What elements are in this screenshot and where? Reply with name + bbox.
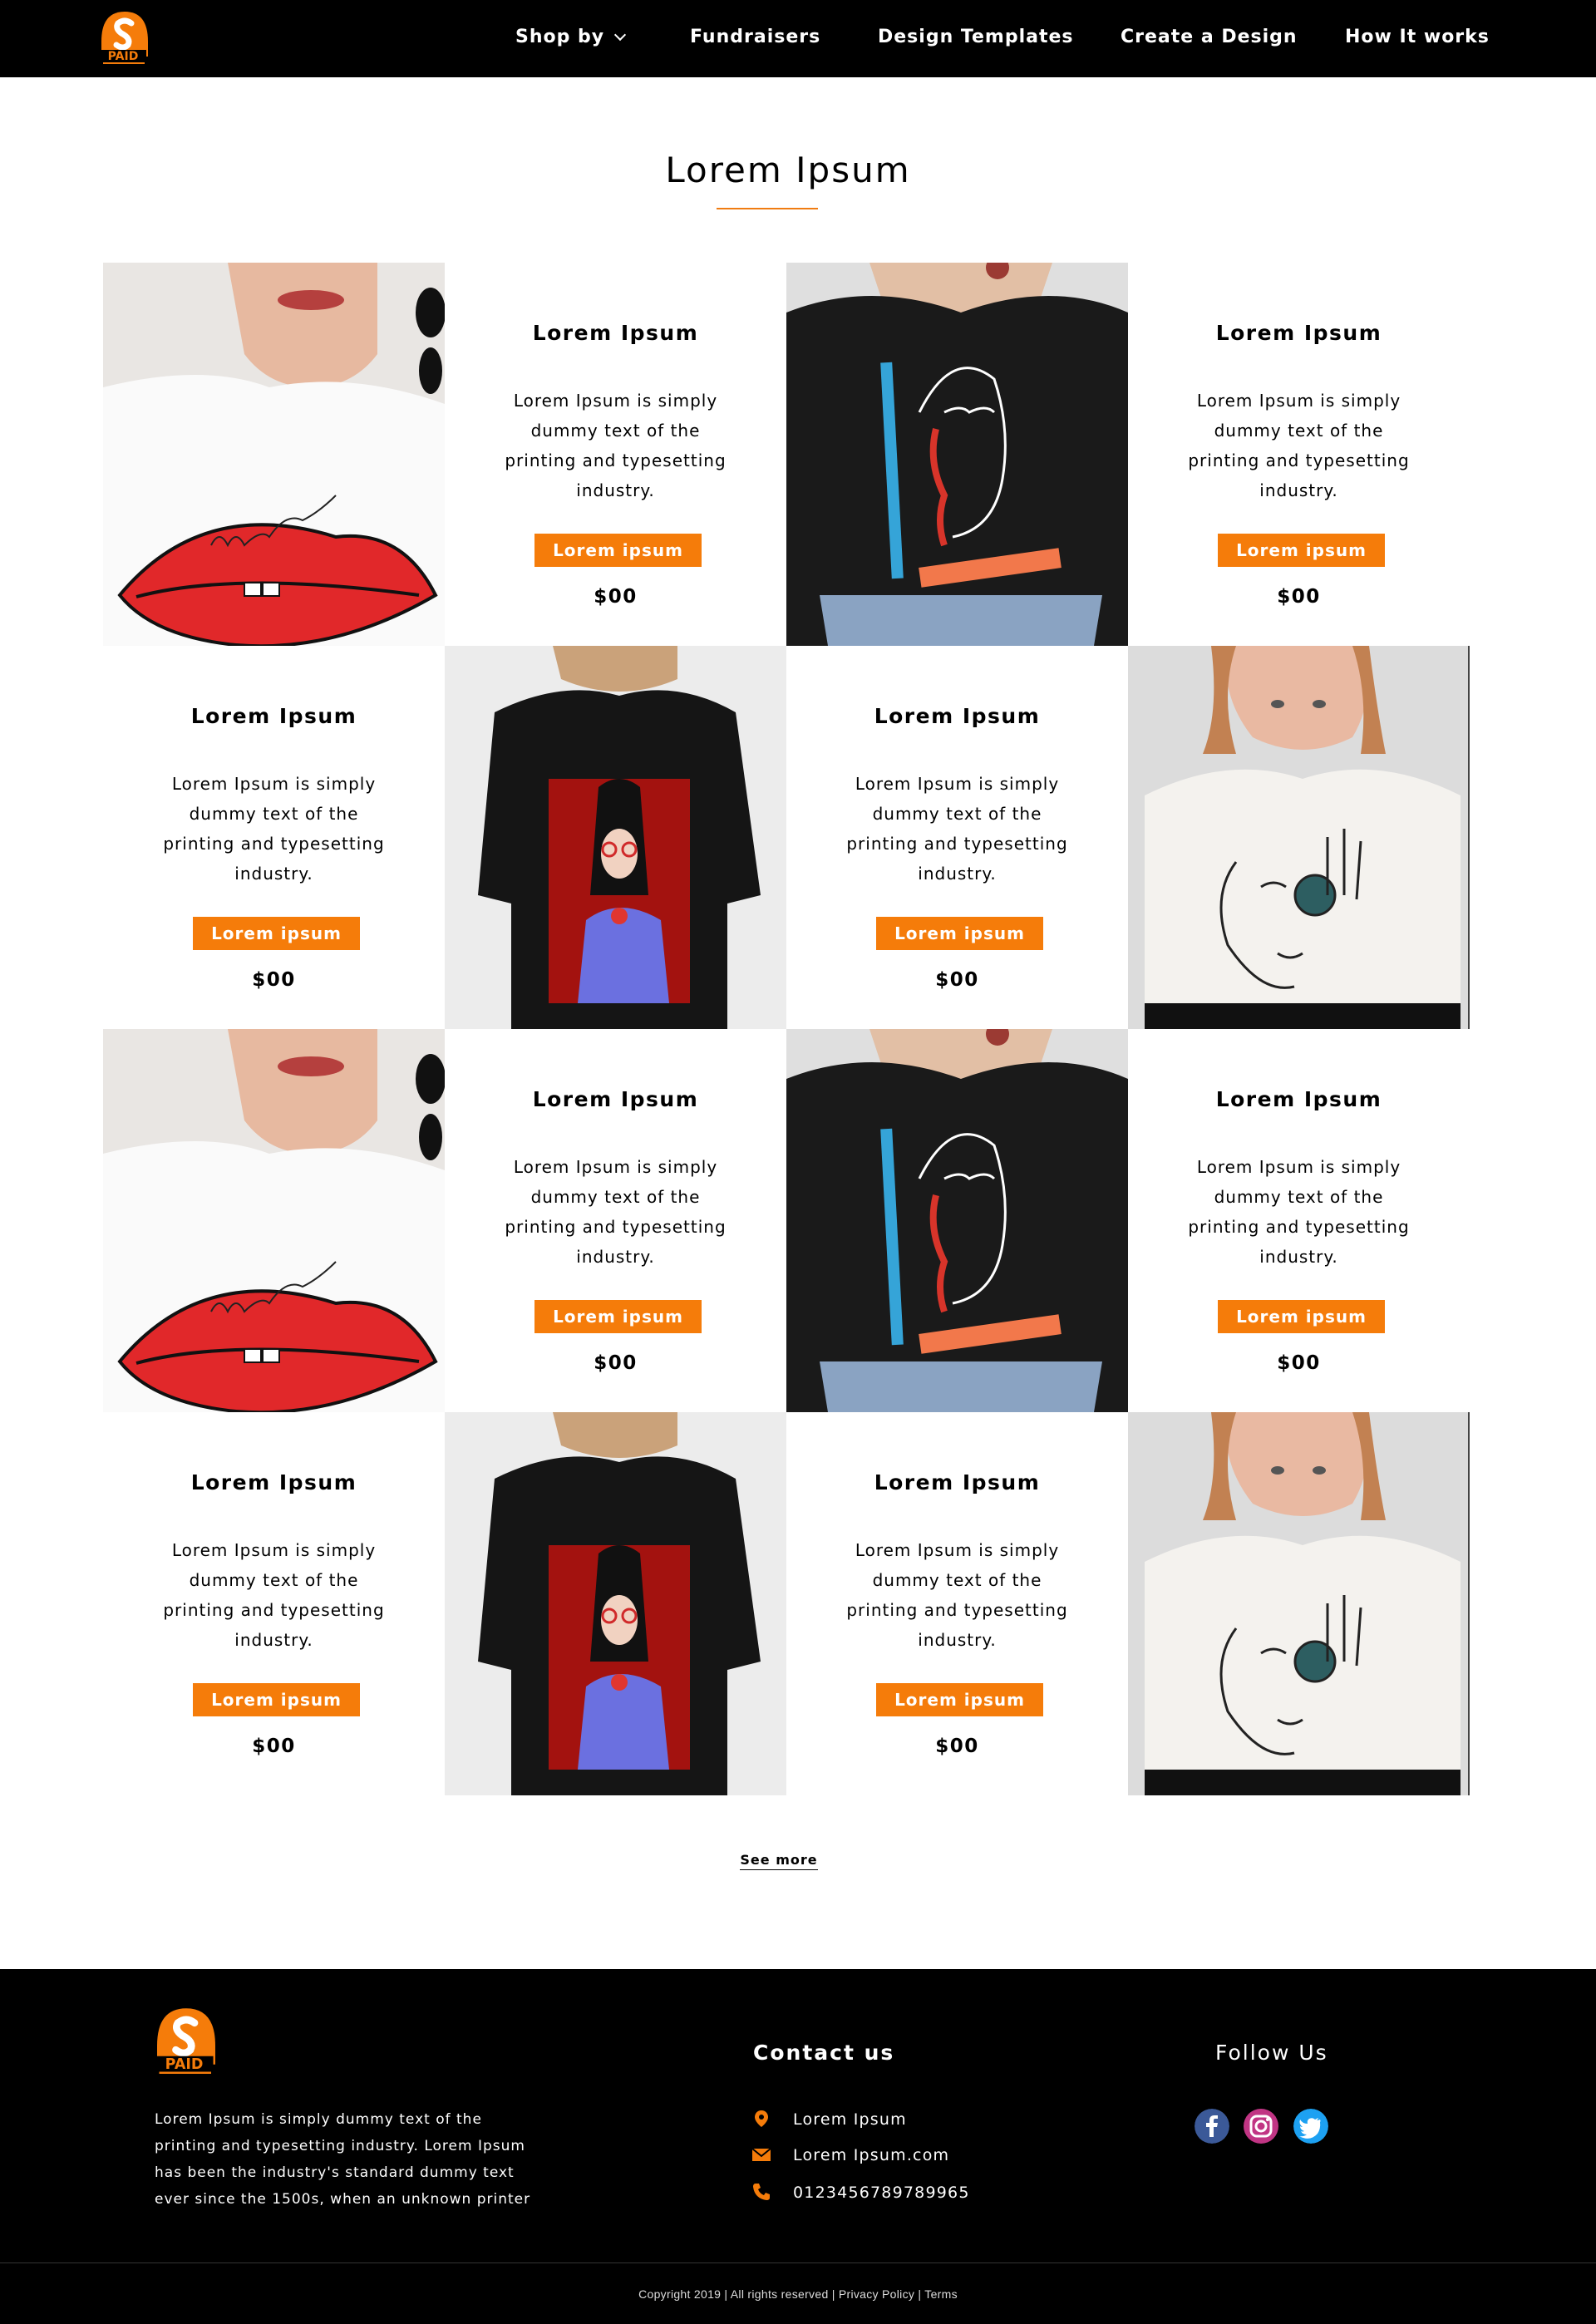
product-action-button[interactable]: Lorem ipsum [876, 917, 1043, 950]
contact-address-text: Lorem Ipsum [793, 2110, 907, 2129]
product-card: Lorem Ipsum Lorem Ipsum is simply dummy … [1128, 1029, 1470, 1412]
product-description: Lorem Ipsum is simply dummy text of the … [505, 391, 727, 500]
follow-title: Follow Us [1215, 2041, 1328, 2065]
product-card: Lorem Ipsum Lorem Ipsum is simply dummy … [103, 646, 445, 1029]
brand-logo[interactable]: PAID [98, 8, 151, 66]
terms-link[interactable]: Terms [924, 2287, 958, 2301]
contact-email-text[interactable]: Lorem Ipsum.com [793, 2143, 949, 2168]
twitter-icon[interactable] [1293, 2109, 1328, 2144]
nav-shop-by-label: Shop by [515, 27, 605, 47]
copyright-bar: Copyright 2019 | All rights reserved | P… [0, 2287, 1596, 2301]
product-action-button[interactable]: Lorem ipsum [876, 1683, 1043, 1716]
product-description: Lorem Ipsum is simply dummy text of the … [505, 1157, 727, 1267]
product-card: Lorem Ipsum Lorem Ipsum is simply dummy … [786, 1412, 1128, 1795]
product-description: Lorem Ipsum is simply dummy text of the … [163, 774, 385, 884]
footer-brand-logo[interactable]: PAID [153, 2004, 219, 2077]
product-title: Lorem Ipsum [532, 1087, 699, 1111]
product-image-white-eye-tee[interactable] [1128, 646, 1470, 1029]
product-price: $00 [252, 1736, 296, 1757]
product-card: Lorem Ipsum Lorem Ipsum is simply dummy … [1128, 263, 1470, 646]
map-pin-icon [755, 2110, 768, 2127]
nav-shop-by[interactable]: Shop by [515, 27, 627, 47]
product-image-black-portrait-tee[interactable] [445, 1412, 786, 1795]
product-card: Lorem Ipsum Lorem Ipsum is simply dummy … [103, 1412, 445, 1795]
product-action-button[interactable]: Lorem ipsum [193, 917, 360, 950]
privacy-policy-link[interactable]: Privacy Policy [839, 2287, 914, 2301]
product-price: $00 [1277, 586, 1321, 608]
product-image-white-lips-tee[interactable] [103, 1029, 445, 1412]
product-price: $00 [594, 586, 638, 608]
phone-icon [753, 2184, 770, 2200]
product-image-white-lips-tee[interactable] [103, 263, 445, 646]
image-border [1468, 646, 1470, 1029]
product-description: Lorem Ipsum is simply dummy text of the … [846, 774, 1068, 884]
nav-design-templates[interactable]: Design Templates [878, 27, 1073, 47]
product-image-black-line-art-tee[interactable] [786, 1029, 1128, 1412]
product-price: $00 [935, 969, 979, 991]
nav-create-a-design[interactable]: Create a Design [1121, 27, 1298, 47]
product-card: Lorem Ipsum Lorem Ipsum is simply dummy … [786, 646, 1128, 1029]
svg-text:PAID: PAID [108, 50, 139, 63]
footer-about-text: Lorem Ipsum is simply dummy text of the … [155, 2111, 531, 2208]
facebook-icon[interactable] [1195, 2109, 1229, 2144]
product-title: Lorem Ipsum [1215, 321, 1382, 345]
product-description: Lorem Ipsum is simply dummy text of the … [1188, 1157, 1410, 1267]
see-more-link[interactable]: See more [740, 1852, 818, 1870]
product-action-button[interactable]: Lorem ipsum [534, 534, 702, 567]
mail-icon [751, 2148, 771, 2161]
product-action-button[interactable]: Lorem ipsum [1218, 534, 1385, 567]
chevron-down-icon [614, 28, 627, 42]
product-image-white-eye-tee[interactable] [1128, 1412, 1470, 1795]
product-description: Lorem Ipsum is simply dummy text of the … [1188, 391, 1410, 500]
title-underline [717, 208, 818, 209]
product-card: Lorem Ipsum Lorem Ipsum is simply dummy … [445, 263, 786, 646]
product-price: $00 [935, 1736, 979, 1757]
product-grid: Lorem Ipsum Lorem Ipsum is simply dummy … [103, 263, 1473, 1797]
nav-how-it-works[interactable]: How It works [1345, 27, 1490, 47]
see-more-container: See more [0, 1852, 1558, 1870]
nav-fundraisers[interactable]: Fundraisers [690, 27, 820, 47]
contact-title: Contact us [753, 2041, 895, 2065]
product-title: Lorem Ipsum [874, 704, 1041, 728]
product-title: Lorem Ipsum [190, 704, 357, 728]
top-navbar: PAID Shop by Fundraisers Design Template… [0, 0, 1596, 77]
section-title: Lorem Ipsum [665, 150, 911, 190]
product-card: Lorem Ipsum Lorem Ipsum is simply dummy … [445, 1029, 786, 1412]
copyright-separator: | [914, 2287, 925, 2301]
image-border [1468, 1412, 1470, 1795]
product-description: Lorem Ipsum is simply dummy text of the … [163, 1540, 385, 1650]
product-title: Lorem Ipsum [532, 321, 699, 345]
product-description: Lorem Ipsum is simply dummy text of the … [846, 1540, 1068, 1650]
contact-phone-text[interactable]: 0123456789789965 [793, 2180, 970, 2205]
footer-divider [0, 2262, 1596, 2263]
instagram-icon[interactable] [1244, 2109, 1278, 2144]
product-price: $00 [252, 969, 296, 991]
footer: PAID Lorem Ipsum is simply dummy text of… [0, 1969, 1596, 2324]
product-action-button[interactable]: Lorem ipsum [534, 1300, 702, 1333]
product-image-black-portrait-tee[interactable] [445, 646, 786, 1029]
product-title: Lorem Ipsum [874, 1470, 1041, 1494]
product-title: Lorem Ipsum [1215, 1087, 1382, 1111]
svg-text:PAID: PAID [165, 2056, 204, 2073]
product-action-button[interactable]: Lorem ipsum [193, 1683, 360, 1716]
product-action-button[interactable]: Lorem ipsum [1218, 1300, 1385, 1333]
product-price: $00 [1277, 1352, 1321, 1374]
product-image-black-line-art-tee[interactable] [786, 263, 1128, 646]
product-title: Lorem Ipsum [190, 1470, 357, 1494]
product-price: $00 [594, 1352, 638, 1374]
copyright-text: Copyright 2019 | All rights reserved | [638, 2287, 839, 2301]
